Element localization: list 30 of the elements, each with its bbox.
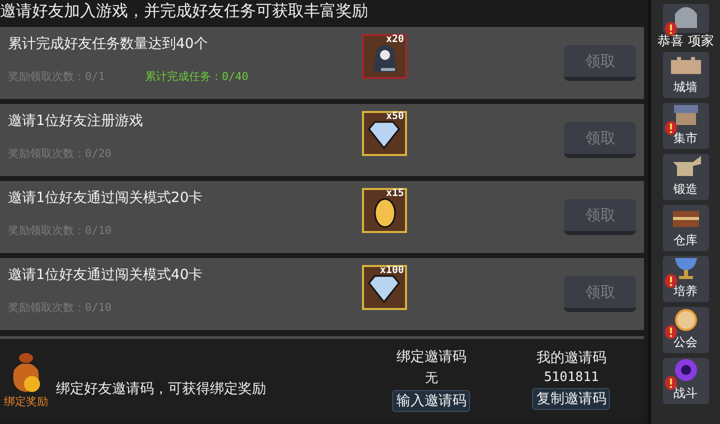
sidebar-item[interactable]	[662, 3, 710, 34]
my-code-value: 5101811	[544, 370, 599, 385]
reward-count: x15	[386, 188, 404, 199]
reward-count: x100	[380, 265, 404, 276]
diamond-icon	[367, 121, 401, 149]
sidebar-item[interactable]: 仓库	[662, 204, 710, 252]
sidebar-item[interactable]: 公会	[662, 306, 710, 354]
egg-icon	[373, 196, 397, 228]
sidebar-item[interactable]: 战斗	[662, 357, 710, 405]
task-title: 邀请1位好友通过闯关模式40卡	[8, 266, 204, 284]
task-title: 累计完成好友任务数量达到40个	[8, 35, 209, 53]
reward-count: x50	[386, 111, 404, 122]
my-code-title: 我的邀请码	[536, 349, 606, 367]
notification-text: 恭喜 项家	[658, 34, 714, 50]
bound-code-value: 无	[424, 370, 438, 386]
sidebar-item[interactable]: 培养	[662, 255, 710, 303]
task-progress: 累计完成任务：0/40	[144, 69, 248, 84]
reward-count: x20	[386, 34, 404, 45]
bind-description: 绑定好友邀请码，可获得绑定奖励	[56, 380, 266, 398]
copy-code-button[interactable]: 复制邀请码	[532, 388, 610, 410]
task-title: 邀请1位好友通过闯关模式20卡	[8, 189, 204, 207]
header-text: 邀请好友加入游戏，并完成好友任务可获取丰富奖励	[0, 0, 369, 22]
task-title: 邀请1位好友注册游戏	[8, 112, 144, 130]
sidebar-item[interactable]: 集市	[662, 102, 710, 150]
enter-code-button[interactable]: 输入邀请码	[392, 390, 470, 412]
bound-code-title: 绑定邀请码	[396, 348, 466, 366]
bind-reward-label: 绑定奖励	[4, 394, 48, 409]
sidebar-item[interactable]: 城墙	[662, 51, 710, 99]
sidebar-item[interactable]: 锻造	[662, 153, 710, 201]
diamond-icon	[367, 275, 401, 303]
